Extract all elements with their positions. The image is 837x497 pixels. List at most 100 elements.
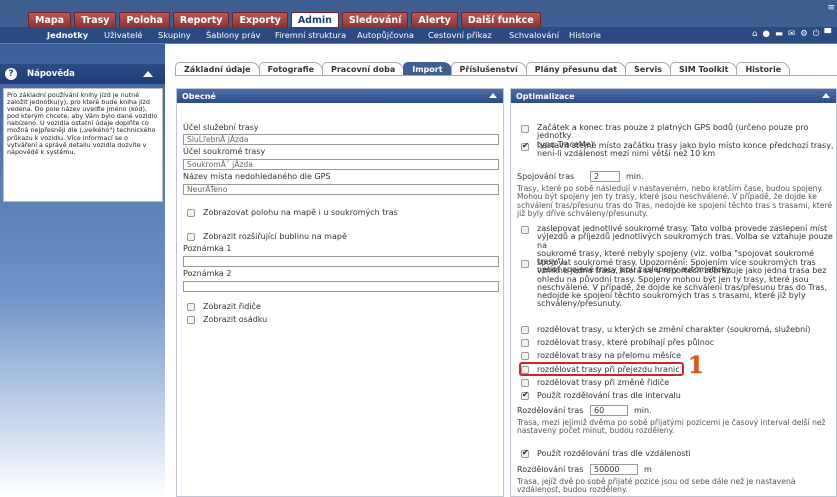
note1-input[interactable]	[183, 256, 499, 267]
tab-divider	[175, 75, 837, 76]
show-driver-checkbox[interactable]	[187, 303, 195, 311]
general-panel: Obecné Účel služební trasy SluĹľebnĂ jĂz…	[176, 88, 504, 497]
same-place-checkbox[interactable]	[521, 141, 529, 151]
split-character-checkbox[interactable]	[521, 326, 529, 334]
split-interval-unit: min.	[634, 406, 652, 415]
help-text: Pro základní používání knihy jízd je nut…	[3, 88, 163, 202]
show-position-checkbox[interactable]	[187, 209, 195, 217]
mail-icon[interactable]: ✉	[788, 29, 795, 39]
split-distance-field-label: Rozdělování tras	[517, 465, 584, 474]
split-month-checkbox[interactable]	[521, 352, 529, 360]
split-interval-checkbox[interactable]	[521, 390, 529, 400]
subnav-schvalovani[interactable]: Schvalování	[509, 30, 559, 40]
business-trip-label: Účel služební trasy	[183, 123, 259, 132]
collapse-triangle-icon[interactable]	[143, 71, 153, 77]
split-interval-input[interactable]: 60	[590, 405, 628, 416]
split-interval-label: Použít rozdělování tras dle intervalu	[537, 391, 681, 400]
tab-zakladni-udaje[interactable]: Základní údaje	[175, 62, 260, 75]
tab-exporty[interactable]: Exporty	[232, 12, 288, 27]
tab-alerty[interactable]: Alerty	[411, 12, 458, 27]
annotation-number: 1	[688, 352, 705, 379]
folder-icon[interactable]: ▬	[775, 29, 783, 39]
same-place-label: nastavit stejné místo začátku trasy jako…	[537, 141, 834, 159]
help-title: Nápověda	[27, 69, 75, 79]
main-tabs: Mapa Trasy Poloha Reporty Exporty Admin …	[28, 12, 544, 27]
optimization-panel-title: Optimalizace	[516, 92, 575, 101]
join-private-label: spojovat soukromé trasy. Upozornění: Spo…	[537, 258, 828, 309]
split-distance-note: Trasa, jejíž dvě po sobě přijaté pozice …	[517, 477, 796, 495]
chat-icon[interactable]: ●	[763, 29, 770, 39]
tab-servis[interactable]: Servis	[625, 62, 671, 75]
tab-reporty[interactable]: Reporty	[172, 12, 230, 27]
unknown-place-label: Název místa nedohledaného dle GPS	[183, 172, 331, 181]
toolbar-icons: ⌂ ● ▬ ✉ ⚙ ⏻ ▀	[752, 29, 831, 39]
show-crew-checkbox[interactable]	[187, 316, 195, 324]
subnav-uzivatele[interactable]: Uživatelé	[104, 30, 143, 40]
help-sidebar: ? Nápověda Pro základní používání knihy …	[0, 44, 165, 497]
business-trip-input[interactable]: SluĹľebnĂ jĂzda	[183, 134, 499, 145]
split-distance-unit: m	[644, 465, 652, 474]
tab-prislusenstvi[interactable]: Příslušenství	[450, 62, 527, 75]
tab-fotografie[interactable]: Fotografie	[258, 62, 323, 75]
note2-input[interactable]	[183, 281, 499, 292]
split-interval-note: Trasa, mezi jejímiž dvěma po sobě přijat…	[517, 418, 826, 436]
optimization-panel: Optimalizace Začátek a konec tras pouze …	[510, 88, 837, 497]
note1-label: Poznámka 1	[183, 244, 232, 253]
split-distance-input[interactable]: 50000	[590, 464, 638, 475]
collapse-triangle-icon[interactable]	[822, 93, 830, 98]
split-distance-checkbox[interactable]	[521, 448, 529, 458]
show-position-label: Zobrazovat polohu na mapě i u soukromých…	[203, 208, 398, 217]
optimization-panel-header[interactable]: Optimalizace	[511, 89, 836, 103]
general-panel-title: Obecné	[182, 92, 216, 101]
home-icon[interactable]: ⌂	[752, 29, 757, 39]
subnav-historie[interactable]: Historie	[569, 30, 601, 40]
split-midnight-checkbox[interactable]	[521, 339, 529, 347]
subnav-sablony-prav[interactable]: Šablony práv	[206, 30, 260, 40]
joining-note: Trasy, které po sobě následují v nastave…	[517, 184, 833, 218]
join-private-checkbox[interactable]	[521, 260, 529, 268]
split-distance-label: Použít rozdělování tras dle vzdálenosti	[537, 449, 691, 458]
split-month-label: rozdělovat trasy na přelomu měsíce	[537, 351, 681, 360]
help-header[interactable]: ? Nápověda	[0, 64, 165, 84]
subnav-cestovni-prikaz[interactable]: Cestovní příkaz	[428, 30, 492, 40]
tab-sledovani[interactable]: Sledování	[341, 12, 409, 27]
settings-icon[interactable]: ⚙	[800, 29, 808, 39]
collapse-triangle-icon[interactable]	[489, 93, 497, 98]
private-trip-input[interactable]: SoukromĂˇ jĂzda	[183, 159, 499, 170]
valid-gps-checkbox[interactable]	[521, 125, 529, 133]
corner-menu-icon[interactable]: ≡	[827, 3, 835, 13]
private-trip-label: Účel soukromé trasy	[183, 147, 266, 156]
tab-trasy[interactable]: Trasy	[74, 12, 117, 27]
tab-sim-toolkit[interactable]: SIM Toolkit	[669, 62, 738, 75]
split-driver-checkbox[interactable]	[521, 379, 529, 387]
help-question-icon: ?	[5, 68, 17, 80]
tab-poloha[interactable]: Poloha	[119, 12, 170, 27]
tab-import[interactable]: Import	[403, 62, 452, 75]
joining-input[interactable]: 2	[590, 171, 620, 182]
sub-navigation: Jednotky Uživatelé Skupiny Šablony práv …	[0, 27, 837, 44]
tab-plany-presunu-dat[interactable]: Plány přesunu dat	[525, 62, 627, 75]
highlight-box	[519, 362, 684, 376]
show-driver-label: Zobrazit řidiče	[203, 302, 261, 311]
show-crew-label: Zobrazit osádku	[203, 315, 268, 324]
tab-pracovni-doba[interactable]: Pracovní doba	[322, 62, 405, 75]
show-bubble-checkbox[interactable]	[187, 233, 195, 241]
power-icon[interactable]: ⏻	[813, 29, 820, 39]
joining-unit: min.	[626, 172, 644, 181]
unknown-place-input[interactable]: NeurÄŤeno	[183, 184, 499, 195]
subnav-firemni-struktura[interactable]: Firemní struktura	[275, 30, 346, 40]
tab-dalsi-funkce[interactable]: Další funkce	[460, 12, 541, 27]
split-interval-field-label: Rozdělování tras	[517, 406, 584, 415]
subnav-jednotky[interactable]: Jednotky	[47, 30, 88, 40]
tab-mapa[interactable]: Mapa	[28, 12, 72, 27]
subnav-skupiny[interactable]: Skupiny	[158, 30, 191, 40]
general-panel-header[interactable]: Obecné	[177, 89, 503, 103]
tab-admin[interactable]: Admin	[290, 12, 339, 27]
show-bubble-label: Zobrazit rozšiřující bublinu na mapě	[203, 232, 347, 241]
subnav-autopujcovna[interactable]: Autopůjčovna	[357, 30, 414, 40]
flag-icon[interactable]: ▀	[824, 29, 831, 39]
split-driver-label: rozdělovat trasy při změně řidiče	[537, 378, 670, 387]
block-private-checkbox[interactable]	[521, 226, 529, 234]
note2-label: Poznámka 2	[183, 269, 232, 278]
tab-historie[interactable]: Historie	[736, 62, 791, 75]
